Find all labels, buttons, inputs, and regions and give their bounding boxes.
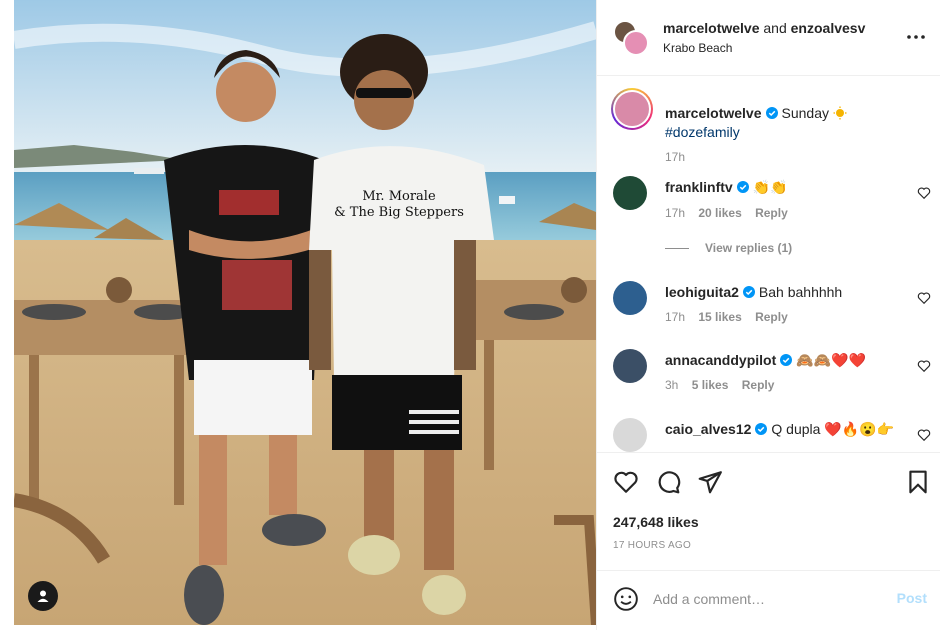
caption-meta: 17h xyxy=(665,150,695,164)
reply-button[interactable]: Reply xyxy=(755,206,788,220)
post-comment-button[interactable]: Post xyxy=(897,590,927,606)
comment-username[interactable]: franklinftv xyxy=(665,179,733,195)
comment-username[interactable]: annacanddypilot xyxy=(665,352,776,368)
caption-text: marcelotwelve Sunday #dozefamily xyxy=(665,104,895,142)
add-comment-bar: Post xyxy=(597,570,940,626)
like-icon[interactable] xyxy=(613,469,639,495)
comment-body: Bah bahhhhh xyxy=(758,284,843,300)
heart-icon[interactable] xyxy=(917,359,931,373)
verified-icon xyxy=(765,107,778,119)
comment-body: 🙈🙈❤️❤️ xyxy=(796,352,866,368)
caption-time: 17h xyxy=(665,150,686,164)
comment-item: leohiguita2 Bah bahhhhh 17h 15 likes Repl… xyxy=(597,281,940,331)
comment-meta: 17h 20 likes Reply xyxy=(665,206,798,220)
comment-body: 👏👏 xyxy=(752,179,788,195)
comment-text: caio_alves12 Q dupla ❤️🔥😮👉 xyxy=(665,420,895,439)
comment-text: leohiguita2 Bah bahhhhh xyxy=(665,283,895,302)
comment-text: annacanddypilot 🙈🙈❤️❤️ xyxy=(665,351,895,370)
comment-likes[interactable]: 15 likes xyxy=(698,310,741,324)
header-and: and xyxy=(763,20,787,36)
comments-list[interactable]: marcelotwelve Sunday #dozefamily 17h fran… xyxy=(597,76,940,452)
user-tag-icon xyxy=(37,590,49,602)
location-link[interactable]: Krabo Beach xyxy=(663,41,732,55)
likes-count[interactable]: 247,648 likes xyxy=(613,514,699,530)
view-replies-label: View replies (1) xyxy=(705,241,793,255)
comment-time: 17h xyxy=(665,206,686,220)
caption: marcelotwelve Sunday #dozefamily 17h xyxy=(597,88,940,164)
post-photo[interactable]: Mr. Morale & The Big Steppers xyxy=(14,0,596,625)
replies-divider xyxy=(665,248,689,250)
post-side-panel: marcelotwelve and enzoalvesv Krabo Beach xyxy=(596,0,940,630)
collab-avatars[interactable] xyxy=(613,20,649,56)
comment-meta: 17h 15 likes Reply xyxy=(665,310,798,324)
comment-likes[interactable]: 20 likes xyxy=(698,206,741,220)
comment-body: Q dupla ❤️🔥😮👉 xyxy=(771,421,895,437)
comment-time: 3h xyxy=(665,378,679,392)
avatar[interactable] xyxy=(623,30,649,56)
avatar[interactable] xyxy=(613,176,647,210)
header-username-2[interactable]: enzoalvesv xyxy=(791,20,866,36)
post-actions: 247,648 likes 17 HOURS AGO xyxy=(597,452,940,570)
post-time: 17 HOURS AGO xyxy=(613,540,692,551)
view-replies-button[interactable]: View replies (1) xyxy=(665,241,792,255)
sun-icon xyxy=(833,106,847,120)
comment-text: franklinftv 👏👏 xyxy=(665,178,895,197)
instagram-post: Mr. Morale & The Big Steppers marcelotwe… xyxy=(0,0,940,630)
more-icon xyxy=(907,35,925,39)
more-options-button[interactable] xyxy=(905,26,927,48)
verified-icon xyxy=(755,423,768,435)
heart-icon[interactable] xyxy=(917,291,931,305)
header-username-1[interactable]: marcelotwelve xyxy=(663,20,760,36)
header-usernames: marcelotwelve and enzoalvesv xyxy=(663,20,865,36)
reply-button[interactable]: Reply xyxy=(755,310,788,324)
bookmark-icon[interactable] xyxy=(905,469,931,495)
comment-likes[interactable]: 5 likes xyxy=(692,378,729,392)
caption-username[interactable]: marcelotwelve xyxy=(665,105,762,121)
comment-username[interactable]: leohiguita2 xyxy=(665,284,739,300)
heart-icon[interactable] xyxy=(917,186,931,200)
post-header: marcelotwelve and enzoalvesv Krabo Beach xyxy=(597,0,940,76)
emoji-icon[interactable] xyxy=(613,586,639,612)
verified-icon xyxy=(780,354,793,366)
share-icon[interactable] xyxy=(697,469,723,495)
verified-icon xyxy=(742,286,755,298)
avatar[interactable] xyxy=(613,349,647,383)
photo-illustration: Mr. Morale & The Big Steppers xyxy=(14,0,596,625)
comment-meta: 3h 5 likes Reply xyxy=(665,378,784,392)
comment-item: annacanddypilot 🙈🙈❤️❤️ 3h 5 likes Reply xyxy=(597,349,940,399)
heart-icon[interactable] xyxy=(917,428,931,442)
user-tag-button[interactable] xyxy=(28,581,58,611)
caption-body: Sunday xyxy=(781,105,829,121)
comment-input[interactable] xyxy=(653,587,883,611)
comment-time: 17h xyxy=(665,310,686,324)
shirt-text-1: Mr. Morale xyxy=(362,189,436,204)
avatar[interactable] xyxy=(613,418,647,452)
comment-item: caio_alves12 Q dupla ❤️🔥😮👉 xyxy=(597,418,940,452)
avatar[interactable] xyxy=(613,281,647,315)
caption-hashtag[interactable]: #dozefamily xyxy=(665,124,740,140)
comment-icon[interactable] xyxy=(655,469,681,495)
comment-username[interactable]: caio_alves12 xyxy=(665,421,751,437)
shirt-text-2: & The Big Steppers xyxy=(334,205,464,220)
comment-item: franklinftv 👏👏 17h 20 likes Reply View re… xyxy=(597,176,940,256)
avatar[interactable] xyxy=(611,88,653,130)
verified-icon xyxy=(736,181,749,193)
reply-button[interactable]: Reply xyxy=(742,378,775,392)
